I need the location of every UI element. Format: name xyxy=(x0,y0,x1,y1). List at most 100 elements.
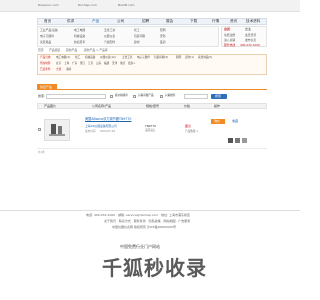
site-logo-2[interactable]: Dochep.com xyxy=(78,4,97,7)
category-link[interactable]: 建材 xyxy=(134,41,140,44)
filter-option[interactable]: 仪器仪表(12) xyxy=(100,56,116,60)
selected-all[interactable]: 全部 xyxy=(56,68,61,72)
region-option[interactable]: 浙江 xyxy=(80,62,85,66)
search-label: 搜索: xyxy=(38,94,46,98)
search-button-label: 搜索 xyxy=(215,94,222,98)
date-label: 发布时间: xyxy=(85,130,97,133)
filter-region-label: 所在地区: xyxy=(40,62,52,65)
category-link[interactable]: 包装印刷 xyxy=(134,35,145,38)
recommended-checkbox[interactable] xyxy=(160,95,163,98)
product-title-link[interactable]: 美国ABsoco浮力调节器TN9770 xyxy=(85,117,131,121)
region-option[interactable]: 上海 xyxy=(64,62,69,66)
date-value: 2024-07-04 xyxy=(100,130,116,133)
filter-option[interactable]: 家居用品(5) xyxy=(198,56,212,60)
nav-item-products[interactable]: 产品 xyxy=(92,19,99,24)
nav-item-exhibitions[interactable]: 展会 xyxy=(166,19,173,24)
publish-link[interactable]: 发布信息 xyxy=(245,39,256,42)
nav-item-home[interactable]: 首页 xyxy=(44,19,51,24)
nav-item-tech[interactable]: 技术资料 xyxy=(246,19,260,24)
category-link[interactable]: 医药 xyxy=(160,41,166,44)
region-option[interactable]: 广东 xyxy=(72,62,77,66)
footer-divider xyxy=(0,210,300,211)
region-option[interactable]: 北京 xyxy=(56,62,61,66)
recommended-label: 只看推荐 xyxy=(165,94,176,97)
nav-item-companies[interactable]: 公司 xyxy=(117,19,124,24)
footer-copyright: 中国仪器仪表网 版权所有 沪ICP备00000000号 xyxy=(112,225,176,229)
tab-supply-products-label: 供应产品 xyxy=(40,84,53,89)
region-option[interactable]: 江苏 xyxy=(88,62,93,66)
region-select[interactable] xyxy=(184,94,208,99)
category-link[interactable]: 汽摩配件 xyxy=(104,41,115,44)
category-link[interactable]: 电子元器件 xyxy=(40,35,54,38)
clear-filters-link[interactable]: 清除 xyxy=(66,68,71,72)
filter-option[interactable]: 照明 xyxy=(176,56,181,60)
region-option[interactable]: 重庆 xyxy=(120,62,125,66)
region-option[interactable]: 山东 xyxy=(96,62,101,66)
nav-item-downloads[interactable]: 下载 xyxy=(190,19,197,24)
breadcrumb-item[interactable]: 产品频道 xyxy=(49,49,60,52)
category-link[interactable]: 照明 xyxy=(160,29,166,32)
watermark-title: 千狐秒收录 xyxy=(102,256,207,280)
breadcrumb-item: 其他产品 > 产品库 xyxy=(84,48,108,52)
company-link[interactable]: 上海XX仪器设备有限公司 xyxy=(85,125,117,128)
filter-option[interactable]: 五金工具 xyxy=(122,56,132,60)
category-link[interactable]: 纺织皮革 xyxy=(74,41,85,44)
inquiry-button[interactable]: 询价 xyxy=(211,119,225,124)
product-thumbnail[interactable] xyxy=(44,119,70,141)
login-link[interactable]: 会员登录 xyxy=(245,34,256,37)
region-more[interactable]: 更多> xyxy=(128,62,135,66)
region-option[interactable]: 福建 xyxy=(104,62,109,66)
filter-category-label: 产品分类: xyxy=(40,56,52,59)
filter-option[interactable]: 电工电器(2) xyxy=(56,56,70,60)
category-link[interactable]: 机械设备 xyxy=(74,35,85,38)
inquiry-button-label: 询价 xyxy=(214,119,221,123)
category-link[interactable]: 仪器仪表 xyxy=(104,35,115,38)
category-link[interactable]: 工业产品/设备 xyxy=(40,29,58,32)
footer-links[interactable]: 关于我们 · 联系方式 · 服务条款 · 隐私政策 · 网站地图 · 广告服务 xyxy=(104,220,190,223)
category-link[interactable]: 电工电器 xyxy=(74,29,85,32)
tab-member[interactable]: 会员 xyxy=(224,28,230,31)
filter-option[interactable]: 包装印刷(3) xyxy=(154,56,168,60)
nav-item-jobs[interactable]: 招聘 xyxy=(142,19,149,24)
col-spec: 规格/型号 xyxy=(146,104,160,108)
filter-option[interactable]: 化工 xyxy=(75,56,80,60)
nav-item-news[interactable]: 资讯 xyxy=(230,19,237,24)
filter-option[interactable]: 安防(1) xyxy=(185,56,194,60)
site-logo-1[interactable]: Doesxun.com xyxy=(38,4,59,7)
spec-value: TN9770 xyxy=(145,124,156,128)
model-value: 美国进口 xyxy=(145,129,156,132)
category-link[interactable]: 五金工具 xyxy=(104,29,115,32)
region-option[interactable]: 天津 xyxy=(112,62,117,66)
footer-contact: 电话: 400-032-1000 · 邮箱: service@dochep.co… xyxy=(86,213,191,217)
result-tab-bar xyxy=(37,84,267,90)
register-link[interactable]: 免费注册 xyxy=(224,34,235,37)
filter-option[interactable]: 机械设备 xyxy=(85,56,95,60)
category-link[interactable]: 化工 xyxy=(134,29,140,32)
nav-item-supply[interactable]: 供求 xyxy=(67,19,74,24)
favorite-link[interactable]: 收藏 xyxy=(232,120,238,123)
image-only-label: 只看有图产品 xyxy=(138,94,154,97)
filter-option[interactable]: 电子元器件 xyxy=(137,56,150,60)
sort-price-checkbox[interactable] xyxy=(110,95,113,98)
category-link[interactable]: 家居用品 xyxy=(40,41,51,44)
shop-link[interactable]: 进入商铺 xyxy=(224,39,235,42)
site-logo-3[interactable]: Boxttt.com xyxy=(118,4,134,7)
col-image: 产品图片 xyxy=(44,104,57,108)
category-link[interactable]: 安防 xyxy=(160,35,166,38)
watermark-subtitle: 中国免费行业门户网站 xyxy=(120,244,160,249)
breadcrumb-item[interactable]: 首页 xyxy=(38,49,44,52)
search-button[interactable]: 搜索 xyxy=(211,94,227,99)
category-panel xyxy=(37,26,219,47)
col-price: 价格 xyxy=(184,104,191,108)
image-only-checkbox[interactable] xyxy=(133,95,136,98)
row-checkbox[interactable] xyxy=(38,128,41,131)
hotline-label: 服务热线 xyxy=(224,42,236,47)
breadcrumb-item[interactable]: 其他产品 xyxy=(66,49,77,52)
search-input[interactable] xyxy=(46,94,106,99)
pagination-info: 共1条 xyxy=(38,151,45,154)
product-image-icon xyxy=(49,124,65,136)
col-action: 操作 xyxy=(214,104,221,108)
tab-enterprise[interactable]: 企业 xyxy=(245,28,251,31)
nav-item-market[interactable]: 行情 xyxy=(212,19,219,24)
hotline-number: 400-032-1000 xyxy=(240,42,260,47)
